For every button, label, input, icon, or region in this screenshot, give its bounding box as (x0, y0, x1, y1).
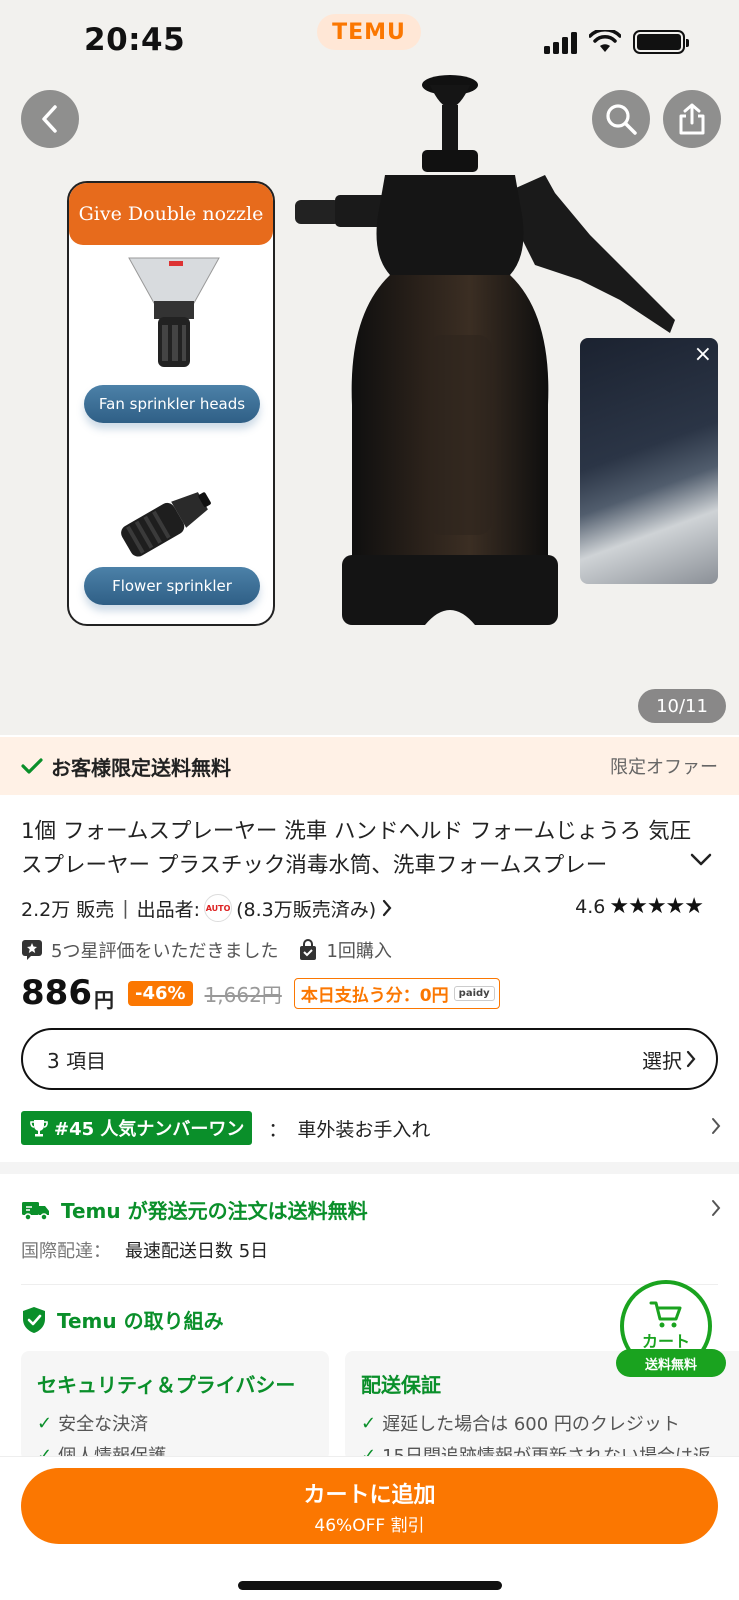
nozzle-card: Give Double nozzle Fan sprinkler heads F… (67, 181, 275, 626)
free-shipping-text: Temu が発送元の注文は送料無料 (61, 1199, 368, 1223)
battery-icon (633, 30, 689, 54)
check-icon: ✓ (361, 1412, 377, 1434)
review-star-icon (22, 940, 42, 960)
chevron-right-icon (712, 1118, 721, 1134)
reviews-row: 5つ星評価をいただきました 1回購入 (21, 937, 392, 963)
seller-logo[interactable]: AUTO (204, 894, 233, 922)
status-icons (544, 30, 689, 54)
promo-banner[interactable]: お客様限定送料無料 限定オファー (0, 737, 739, 795)
purchase-note: 1回購入 (326, 941, 392, 962)
price: 886 (21, 973, 92, 1013)
rating-value: 4.6 (575, 895, 606, 918)
product-title[interactable]: 1個 フォームスプレーヤー 洗車 ハンドヘルド フォームじょうろ 気圧スプレーヤ… (21, 815, 701, 883)
shield-check-icon (23, 1306, 45, 1333)
chevron-right-icon[interactable] (382, 899, 392, 917)
product-gallery[interactable]: 20:45 TEMU Give Double nozzle Fan sprink… (0, 0, 739, 735)
temu-logo: TEMU (317, 14, 421, 50)
truck-icon (22, 1201, 49, 1221)
free-shipping-row[interactable]: Temu が発送元の注文は送料無料 (21, 1195, 721, 1224)
flower-sprinkler-label: Flower sprinkler (84, 567, 260, 605)
ranking-badge: #45 人気ナンバーワン (21, 1111, 253, 1145)
signal-icon (544, 32, 577, 54)
feature-item: ✓ 安全な決済 (37, 1410, 313, 1436)
select-action[interactable]: 選択 (642, 1045, 696, 1074)
status-time: 20:45 (84, 22, 186, 58)
fan-nozzle-image (128, 257, 220, 367)
chevron-right-icon (712, 1200, 721, 1216)
feature-text: 遅延した場合は 600 円のクレジット (382, 1414, 680, 1435)
pay-today-text: 本日支払う分：0円 (300, 985, 449, 1006)
variant-count: 3 項目 (47, 1048, 107, 1073)
image-counter: 10/11 (638, 689, 726, 723)
seller-sold[interactable]: (8.3万販売済み) (236, 895, 376, 922)
security-card[interactable]: セキュリティ＆プライバシー ✓ 安全な決済 ✓ 個人情報保護 (21, 1351, 329, 1461)
ranking-row[interactable]: #45 人気ナンバーワン ： 車外装お手入れ (21, 1111, 721, 1145)
promo-left: お客様限定送料無料 (21, 752, 231, 781)
trophy-icon (30, 1120, 48, 1137)
chevron-left-icon (42, 105, 57, 133)
security-title: セキュリティ＆プライバシー (37, 1373, 296, 1397)
chevron-down-icon[interactable] (690, 853, 712, 867)
original-price: 1,662円 (204, 982, 282, 1007)
add-to-cart-discount: 46%OFF 割引 (314, 1515, 425, 1536)
add-to-cart-button[interactable]: カートに追加 46%OFF 割引 (21, 1468, 718, 1544)
nozzle-card-title: Give Double nozzle (69, 183, 273, 245)
initiatives-title: Temu の取り組み (57, 1309, 224, 1333)
cart-free-shipping-badge: 送料無料 (616, 1349, 726, 1377)
fan-sprinkler-label: Fan sprinkler heads (84, 385, 260, 423)
separator: | (122, 897, 129, 919)
shopping-bag-icon (300, 939, 317, 960)
feature-text: 安全な決済 (58, 1414, 149, 1435)
price-row: 886 円 -46% 1,662円 本日支払う分：0円 paidy (21, 973, 500, 1013)
close-icon[interactable]: × (694, 342, 712, 367)
international-delivery-row: 国際配達： 最速配送日数 5日 (21, 1237, 268, 1263)
variant-selector[interactable]: 3 項目 選択 (21, 1028, 718, 1090)
check-icon (21, 758, 43, 774)
promo-text: お客様限定送料無料 (51, 755, 231, 780)
initiatives-heading: Temu の取り組み (21, 1305, 224, 1334)
section-divider (0, 1162, 739, 1174)
seller-label: 出品者: (136, 898, 201, 921)
intl-label: 国際配達： (21, 1241, 111, 1262)
cart-icon (649, 1301, 682, 1328)
wifi-icon (589, 30, 621, 52)
pay-later-badge[interactable]: 本日支払う分：0円 paidy (293, 977, 500, 1009)
paidy-logo: paidy (453, 985, 495, 1001)
star-rating-icon: ★★★★★ (609, 894, 704, 919)
check-icon: ✓ (37, 1412, 53, 1434)
sales-row: 2.2万 販売 | 出品者: AUTO (8.3万販売済み) 4.6 ★★★★★ (21, 894, 721, 922)
price-currency: 円 (93, 987, 114, 1012)
home-indicator (238, 1581, 502, 1590)
sales-count: 2.2万 販売 (21, 898, 115, 921)
discount-badge: -46% (127, 980, 193, 1006)
review-note: 5つ星評価をいただきました (51, 941, 279, 962)
feature-item: ✓ 遅延した場合は 600 円のクレジット (361, 1410, 723, 1436)
chevron-right-icon (686, 1050, 696, 1068)
video-thumbnail[interactable]: × (580, 338, 718, 584)
limited-offer-label: 限定オファー (610, 757, 718, 778)
ranking-category: 車外装お手入れ (297, 1118, 431, 1141)
ranking-separator: ： (268, 1118, 288, 1141)
select-label: 選択 (642, 1048, 682, 1073)
add-to-cart-label: カートに追加 (303, 1482, 436, 1508)
intl-value: 最速配送日数 5日 (125, 1241, 269, 1262)
rating[interactable]: 4.6 ★★★★★ (575, 894, 704, 919)
ranking-text: #45 人気ナンバーワン (54, 1119, 245, 1140)
bottom-bar: カートに追加 46%OFF 割引 (0, 1456, 739, 1600)
divider (21, 1284, 718, 1285)
flower-nozzle-image (121, 492, 211, 557)
back-button[interactable] (21, 90, 79, 148)
